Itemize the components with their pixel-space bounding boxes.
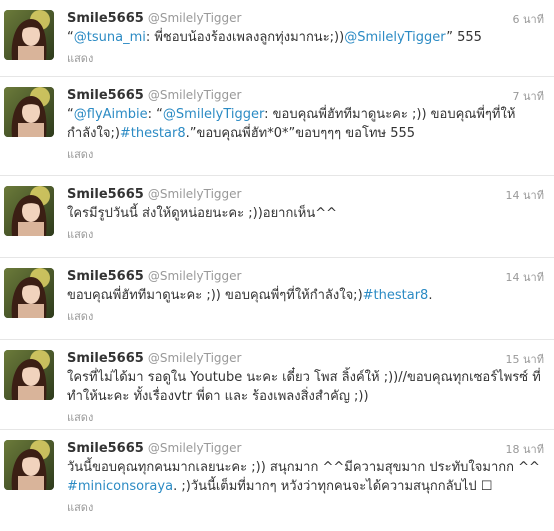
tweet-item[interactable]: Smile5665 @SmilelyTigger 14 นาทีใครมีรูปวั…	[0, 176, 554, 258]
mention-link[interactable]: @SmilelyTigger	[163, 107, 264, 122]
tweet-text: ใครมีรูปวันนี้ ส่งให้ดูหน่อยนะคะ ;))อยาก…	[67, 204, 542, 223]
tweet-header: Smile5665 @SmilelyTigger	[67, 348, 542, 368]
tweet-text: “@tsuna_mi: พี่ชอบน้องร้องเพลงลูกทุ่งมาก…	[67, 28, 542, 47]
display-name[interactable]: Smile5665	[67, 269, 144, 284]
avatar[interactable]	[4, 87, 54, 137]
hashtag-link[interactable]: #thestar8	[120, 126, 186, 141]
tweet-text-segment: ใครที่ไม่ได้มา รอดูใน Youtube นะคะ เดี๋ย…	[67, 370, 541, 404]
tweet-item[interactable]: Smile5665 @SmilelyTigger 6 นาที “@tsuna_mi:…	[0, 0, 554, 77]
tweet-header: Smile5665 @SmilelyTigger	[67, 266, 542, 286]
tweet-header: Smile5665 @SmilelyTigger	[67, 184, 542, 204]
display-name[interactable]: Smile5665	[67, 187, 144, 202]
avatar[interactable]	[4, 440, 54, 490]
tweet-text-segment: : “	[147, 107, 163, 122]
hashtag-link[interactable]: #thestar8	[363, 288, 429, 303]
mention-link[interactable]: @tsuna_mi	[74, 30, 146, 45]
timestamp[interactable]: 14 นาที	[506, 186, 544, 204]
timestamp[interactable]: 14 นาที	[506, 268, 544, 286]
tweet-item[interactable]: Smile5665 @SmilelyTigger 14 นาทีขอบคุณพี่ฮ…	[0, 258, 554, 340]
avatar[interactable]	[4, 186, 54, 236]
user-handle[interactable]: @SmilelyTigger	[148, 269, 242, 283]
tweet-text: ขอบคุณพี่ฮัททีมาดูนะคะ ;)) ขอบคุณพี่ๆที่…	[67, 286, 542, 305]
tweet-item[interactable]: Smile5665 @SmilelyTigger 7 นาที “@flyAimbie…	[0, 77, 554, 176]
timestamp[interactable]: 7 นาที	[513, 87, 544, 105]
show-conversation-link[interactable]: แสดง	[67, 408, 542, 426]
user-handle[interactable]: @SmilelyTigger	[148, 441, 242, 455]
tweet-item[interactable]: Smile5665 @SmilelyTigger 15 นาทีใครที่ไม่ไ…	[0, 340, 554, 430]
tweet-text-segment: .	[428, 288, 433, 303]
tweet-header: Smile5665 @SmilelyTigger	[67, 8, 542, 28]
tweet-text-segment: : พี่ชอบน้องร้องเพลงลูกทุ่งมากนะ;))	[145, 30, 345, 45]
tweet-text-segment: “	[67, 107, 74, 122]
tweet-text-segment: . ;)วันนี้เต็มที่มากๆ หวังว่าทุกคนจะได้ค…	[173, 479, 493, 494]
tweet-text-segment: ขอบคุณพี่ฮัททีมาดูนะคะ ;)) ขอบคุณพี่ๆที่…	[67, 288, 363, 303]
tweet-header: Smile5665 @SmilelyTigger	[67, 438, 542, 458]
show-conversation-link[interactable]: แสดง	[67, 498, 542, 516]
show-conversation-link[interactable]: แสดง	[67, 145, 542, 163]
tweet-text-segment: .”ขอบคุณพี่ฮัท*0*”ขอบๆๆๆ ขอโทษ 555	[185, 126, 416, 141]
tweet-item[interactable]: Smile5665 @SmilelyTigger 18 นาทีวันนี้ขอบค…	[0, 430, 554, 531]
tweet-header: Smile5665 @SmilelyTigger	[67, 85, 542, 105]
tweet-text-segment: ใครมีรูปวันนี้ ส่งให้ดูหน่อยนะคะ ;))อยาก…	[67, 206, 338, 221]
tweet-text-segment: วันนี้ขอบคุณทุกคนมากเลยนะคะ ;)) สนุกมาก …	[67, 460, 540, 475]
avatar[interactable]	[4, 10, 54, 60]
mention-link[interactable]: @SmilelyTigger	[344, 30, 446, 45]
tweet-timeline: Smile5665 @SmilelyTigger 6 นาที “@tsuna_mi:…	[0, 0, 554, 531]
timestamp[interactable]: 18 นาที	[506, 440, 544, 458]
display-name[interactable]: Smile5665	[67, 11, 144, 26]
show-conversation-link[interactable]: แสดง	[67, 225, 542, 243]
avatar[interactable]	[4, 350, 54, 400]
user-handle[interactable]: @SmilelyTigger	[148, 187, 242, 201]
user-handle[interactable]: @SmilelyTigger	[148, 11, 242, 25]
tweet-text: “@flyAimbie: “@SmilelyTigger: ขอบคุณพี่ฮ…	[67, 105, 542, 143]
show-conversation-link[interactable]: แสดง	[67, 307, 542, 325]
display-name[interactable]: Smile5665	[67, 441, 144, 456]
user-handle[interactable]: @SmilelyTigger	[148, 351, 242, 365]
tweet-text: วันนี้ขอบคุณทุกคนมากเลยนะคะ ;)) สนุกมาก …	[67, 458, 542, 496]
timestamp[interactable]: 6 นาที	[513, 10, 544, 28]
tweet-text-segment: “	[67, 30, 74, 45]
timestamp[interactable]: 15 นาที	[506, 350, 544, 368]
avatar[interactable]	[4, 268, 54, 318]
display-name[interactable]: Smile5665	[67, 351, 144, 366]
hashtag-link[interactable]: #miniconsoraya	[67, 479, 173, 494]
user-handle[interactable]: @SmilelyTigger	[148, 88, 242, 102]
show-conversation-link[interactable]: แสดง	[67, 49, 542, 67]
mention-link[interactable]: @flyAimbie	[74, 107, 148, 122]
tweet-text: ใครที่ไม่ได้มา รอดูใน Youtube นะคะ เดี๋ย…	[67, 368, 542, 406]
display-name[interactable]: Smile5665	[67, 88, 144, 103]
tweet-text-segment: ” 555	[446, 30, 482, 45]
